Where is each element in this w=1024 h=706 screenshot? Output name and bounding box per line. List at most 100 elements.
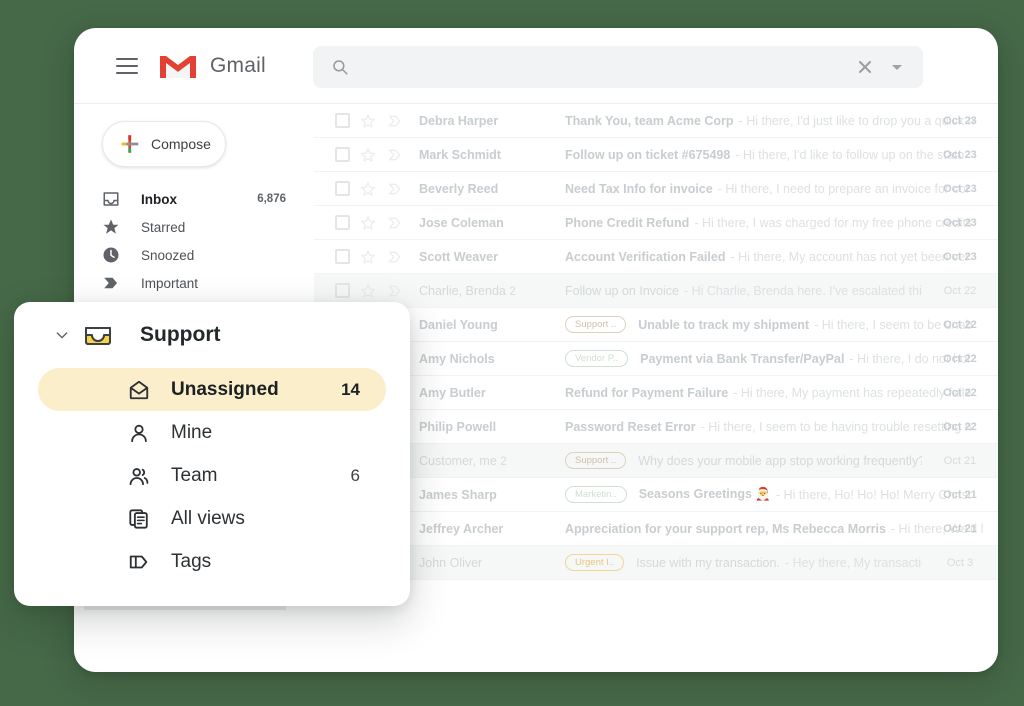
star-icon[interactable] <box>360 113 376 129</box>
compose-label: Compose <box>151 136 211 152</box>
support-item-unassigned[interactable]: Unassigned 14 <box>38 368 386 411</box>
clock-icon <box>102 246 120 264</box>
mail-row[interactable]: Mark Schmidt Follow up on ticket #675498-… <box>314 138 998 172</box>
mail-sender: John Oliver <box>419 555 483 570</box>
mail-subject: Need Tax Info for invoice <box>565 181 713 196</box>
mail-date: Oct 3 <box>922 546 998 579</box>
sidebar-item-label: Important <box>141 275 199 291</box>
people-icon <box>128 465 150 487</box>
mail-snippet: - Hi Charlie, Brenda here. I've escalate… <box>683 283 963 298</box>
compose-button[interactable]: Compose <box>102 121 226 167</box>
support-item-tags[interactable]: Tags <box>38 540 386 583</box>
row-checkbox[interactable] <box>335 113 350 128</box>
search-input[interactable] <box>363 59 853 75</box>
close-icon[interactable] <box>853 55 877 79</box>
mail-sender: Debra Harper <box>419 113 499 128</box>
mail-sender: James Sharp <box>419 487 497 502</box>
thread-count: 2 <box>509 285 516 298</box>
sidebar-item-inbox[interactable]: Inbox 6,876 <box>74 185 314 213</box>
row-checkbox[interactable] <box>335 147 350 162</box>
mail-sender: Scott Weaver <box>419 249 498 264</box>
important-icon <box>102 274 120 292</box>
star-icon[interactable] <box>360 147 376 163</box>
star-icon <box>102 218 120 236</box>
mail-row[interactable]: Philip Powell Password Reset Error - Hi th… <box>314 410 998 444</box>
important-icon[interactable] <box>387 283 403 299</box>
sidebar-item-important[interactable]: Important <box>74 269 314 297</box>
star-icon[interactable] <box>360 283 376 299</box>
mail-label-badge[interactable]: Vendor P.. <box>565 350 629 367</box>
mail-subject: Payment via Bank Transfer/PayPal <box>640 351 845 366</box>
star-icon[interactable] <box>360 181 376 197</box>
mail-label-badge[interactable]: Marketin.. <box>565 486 627 503</box>
row-checkbox[interactable] <box>335 283 350 298</box>
chevron-down-icon[interactable] <box>54 327 70 343</box>
star-icon[interactable] <box>360 249 376 265</box>
mail-sender: Charlie, Brenda 2 <box>419 283 516 298</box>
row-checkbox[interactable] <box>335 249 350 264</box>
mail-subject: Follow up on ticket #675498 <box>565 147 731 162</box>
row-checkbox[interactable] <box>335 181 350 196</box>
mail-label-badge[interactable]: Support .. <box>565 316 627 333</box>
sidebar-item-label: Snoozed <box>141 247 195 263</box>
mail-row[interactable]: John Oliver Urgent I.. Issue with my trans… <box>314 546 998 580</box>
mail-row[interactable]: Amy Butler Refund for Payment Failure - Hi… <box>314 376 998 410</box>
important-icon[interactable] <box>387 147 403 163</box>
mail-row[interactable]: Scott Weaver Account Verification Failed -… <box>314 240 998 274</box>
support-item-team[interactable]: Team 6 <box>38 454 386 497</box>
gmail-logo-icon <box>158 51 198 81</box>
search-icon <box>331 58 349 76</box>
support-item-all-views[interactable]: All views <box>38 497 386 540</box>
important-icon[interactable] <box>387 181 403 197</box>
important-icon[interactable] <box>387 215 403 231</box>
mail-row[interactable]: Daniel Young Support .. Unable to track my… <box>314 308 998 342</box>
support-panel-header[interactable]: Support <box>14 302 410 368</box>
mail-sender: Daniel Young <box>419 317 498 332</box>
mail-label-badge[interactable]: Urgent I.. <box>565 554 625 571</box>
chevron-down-icon[interactable] <box>885 55 909 79</box>
copies-icon <box>128 508 150 530</box>
mail-subject: Seasons Greetings 🎅 <box>638 487 771 501</box>
row-checkbox[interactable] <box>335 215 350 230</box>
support-item-count: 14 <box>341 379 360 399</box>
mail-subject: Phone Credit Refund <box>565 215 690 230</box>
search-bar[interactable] <box>313 46 923 88</box>
mail-subject: Why does your mobile app stop working fr… <box>638 453 929 468</box>
inbox-icon <box>102 190 120 208</box>
app-title: Gmail <box>210 53 266 77</box>
sidebar-item-label: Starred <box>141 219 186 235</box>
mail-date: Oct 21 <box>922 444 998 477</box>
mail-subject: Follow up on Invoice <box>565 283 679 298</box>
pencil-compose-icon <box>119 133 141 155</box>
important-icon[interactable] <box>387 249 403 265</box>
sidebar-item-snoozed[interactable]: Snoozed <box>74 241 314 269</box>
mail-row[interactable]: Debra Harper Thank You, team Acme Corp - H… <box>314 104 998 138</box>
mail-row[interactable]: Charlie, Brenda 2 Follow up on Invoice - H… <box>314 274 998 308</box>
mail-subject: Issue with my transaction. <box>636 555 780 570</box>
mail-date: Oct 23 <box>943 114 977 127</box>
support-item-label: Mine <box>171 421 213 443</box>
mail-row[interactable]: Jeffrey Archer Appreciation for your supp… <box>314 512 998 546</box>
sidebar-item-starred[interactable]: Starred <box>74 213 314 241</box>
mail-date: Oct 21 <box>943 522 977 535</box>
shared-inbox-icon <box>84 324 112 346</box>
star-icon[interactable] <box>360 215 376 231</box>
mail-label-badge[interactable]: Support .. <box>565 452 627 469</box>
mail-sender: Philip Powell <box>419 419 497 434</box>
support-panel-title: Support <box>140 323 221 346</box>
mail-list: Debra Harper Thank You, team Acme Corp - H… <box>314 104 998 672</box>
tag-icon <box>128 551 150 573</box>
mail-row[interactable]: Jose Coleman Phone Credit Refund - Hi ther… <box>314 206 998 240</box>
important-icon[interactable] <box>387 113 403 129</box>
support-item-label: All views <box>171 507 245 529</box>
mail-date: Oct 22 <box>943 386 977 399</box>
mail-date: Oct 23 <box>943 216 977 229</box>
mail-row[interactable]: Customer, me 2 Support .. Why does your mo… <box>314 444 998 478</box>
mail-row[interactable]: James Sharp Marketin.. Seasons Greetings 🎅… <box>314 478 998 512</box>
support-item-label: Team <box>171 464 218 486</box>
mail-date: Oct 23 <box>943 182 977 195</box>
support-item-mine[interactable]: Mine <box>38 411 386 454</box>
hamburger-icon[interactable] <box>116 57 138 74</box>
mail-row[interactable]: Amy Nichols Vendor P.. Payment via Bank Tr… <box>314 342 998 376</box>
mail-row[interactable]: Beverly Reed Need Tax Info for invoice - H… <box>314 172 998 206</box>
